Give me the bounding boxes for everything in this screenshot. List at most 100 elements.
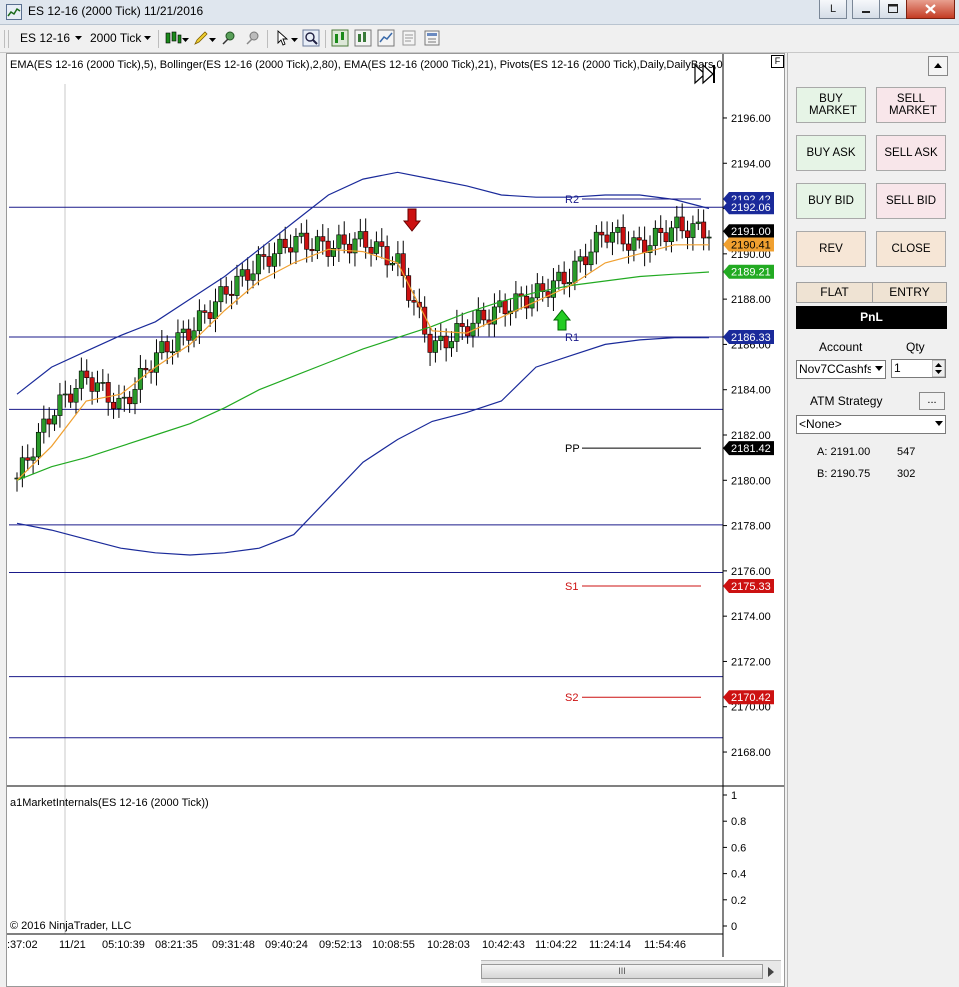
candle [379, 241, 385, 247]
chart-toolbar: ES 12-16 2000 Tick [0, 25, 959, 53]
candle [105, 382, 111, 403]
zoom-icon[interactable] [302, 29, 320, 47]
scrollbar-thumb[interactable]: III [481, 964, 763, 979]
candle [599, 231, 605, 236]
interval-selector[interactable]: 2000 Tick [90, 29, 154, 48]
buy-ask-button[interactable]: BUY ASK [796, 135, 866, 171]
candle [336, 234, 342, 249]
candle [583, 256, 589, 266]
candle [271, 253, 277, 267]
candle [577, 256, 583, 262]
candle [309, 248, 315, 252]
sell-signal-arrow-icon [402, 208, 422, 232]
price-badge-label: 2181.42 [731, 443, 771, 455]
candle [438, 335, 444, 341]
candle [288, 247, 294, 253]
candle [212, 301, 218, 319]
candle [384, 246, 390, 266]
data-box-icon[interactable] [354, 29, 372, 47]
pointer-icon[interactable] [274, 29, 292, 47]
chart-style-icon[interactable] [377, 29, 395, 47]
candle [604, 234, 610, 243]
bid-price: B: 2190.75 [817, 468, 871, 480]
candle [390, 263, 396, 266]
crosshair-pin-icon[interactable] [220, 29, 238, 47]
atm-strategy-label: ATM Strategy [810, 394, 883, 408]
account-select[interactable]: Nov7CCashfsi [796, 360, 886, 379]
atm-strategy-select[interactable]: <None> [796, 415, 946, 434]
buy-bid-button[interactable]: BUY BID [796, 183, 866, 219]
candle [685, 230, 691, 238]
candle [443, 335, 449, 349]
chevron-down-icon[interactable] [291, 38, 299, 44]
candle [422, 306, 428, 335]
instrument-selector[interactable]: ES 12-16 [20, 29, 82, 48]
qty-spinner-icon[interactable] [932, 360, 945, 377]
candle [30, 456, 36, 461]
candle [62, 393, 68, 396]
candle [449, 341, 455, 349]
sell-ask-button[interactable]: SELL ASK [876, 135, 946, 171]
price-chart[interactable]: R2R1PPS1S2 2196.002194.002192.002190.002… [7, 54, 784, 986]
candle [642, 239, 648, 253]
close-position-button[interactable]: CLOSE [876, 231, 946, 267]
link-l-button[interactable]: L [819, 0, 847, 19]
chevron-down-icon[interactable] [182, 38, 190, 44]
horizontal-scrollbar[interactable]: III [481, 960, 781, 983]
maximize-button[interactable] [879, 0, 907, 19]
time-axis-label: 11:24:14 [589, 939, 631, 951]
candle [196, 310, 202, 332]
chevron-down-icon [875, 366, 883, 371]
sub-panel-label: a1MarketInternals(ES 12-16 (2000 Tick)) [10, 797, 209, 809]
pencil-icon[interactable] [192, 29, 210, 47]
close-window-button[interactable] [906, 0, 955, 19]
price-tick-label: 2172.00 [731, 656, 771, 668]
toolbar-grip [8, 30, 9, 48]
candle [266, 256, 272, 267]
candle [250, 273, 256, 281]
candle [116, 397, 122, 409]
candlestick-style-icon[interactable] [164, 29, 182, 47]
buy-market-button[interactable]: BUY MARKET [796, 87, 866, 123]
qty-input[interactable]: 1 [891, 359, 946, 378]
time-axis-label: 09:52:13 [319, 939, 362, 951]
global-crosshair-icon[interactable] [244, 29, 262, 47]
candle [314, 236, 320, 252]
price-badge-label: 2186.33 [731, 332, 771, 344]
time-axis-label: 09:31:48 [212, 939, 255, 951]
reverse-button[interactable]: REV [796, 231, 866, 267]
collapse-panel-button[interactable] [928, 56, 948, 76]
candle [567, 282, 573, 285]
chevron-down-icon[interactable] [209, 38, 217, 44]
qty-value: 1 [894, 361, 901, 375]
candle [304, 232, 310, 250]
time-axis-label: 09:40:24 [265, 939, 308, 951]
sell-bid-button[interactable]: SELL BID [876, 183, 946, 219]
time-axis-label: 05:10:39 [102, 939, 145, 951]
candle [68, 393, 74, 403]
chart-trader-icon[interactable] [331, 29, 349, 47]
candle [513, 293, 519, 312]
sub-axis-label: 0 [731, 921, 737, 933]
candle [593, 231, 599, 253]
minimize-button[interactable] [852, 0, 880, 19]
minimize-icon [862, 11, 870, 13]
chart-panel[interactable]: R2R1PPS1S2 2196.002194.002192.002190.002… [6, 53, 785, 987]
price-tick-label: 2180.00 [731, 475, 771, 487]
candle [121, 396, 127, 399]
candle [89, 377, 95, 392]
properties-icon[interactable] [400, 29, 418, 47]
sell-market-button[interactable]: SELL MARKET [876, 87, 946, 123]
copyright-text: © 2016 NinjaTrader, LLC [10, 920, 132, 932]
scroll-to-end-icon[interactable] [693, 63, 717, 85]
series-line-ema-5 [16, 244, 709, 481]
strategy-icon[interactable] [423, 29, 441, 47]
pivot-label: PP [565, 443, 580, 455]
scroll-right-icon[interactable] [766, 967, 776, 977]
candle [245, 269, 251, 281]
f-button[interactable]: F [771, 55, 784, 68]
atm-options-button[interactable]: ... [919, 392, 945, 410]
price-badge-label: 2170.42 [731, 692, 771, 704]
time-axis-label: 10:42:43 [482, 939, 525, 951]
candle [261, 254, 267, 257]
